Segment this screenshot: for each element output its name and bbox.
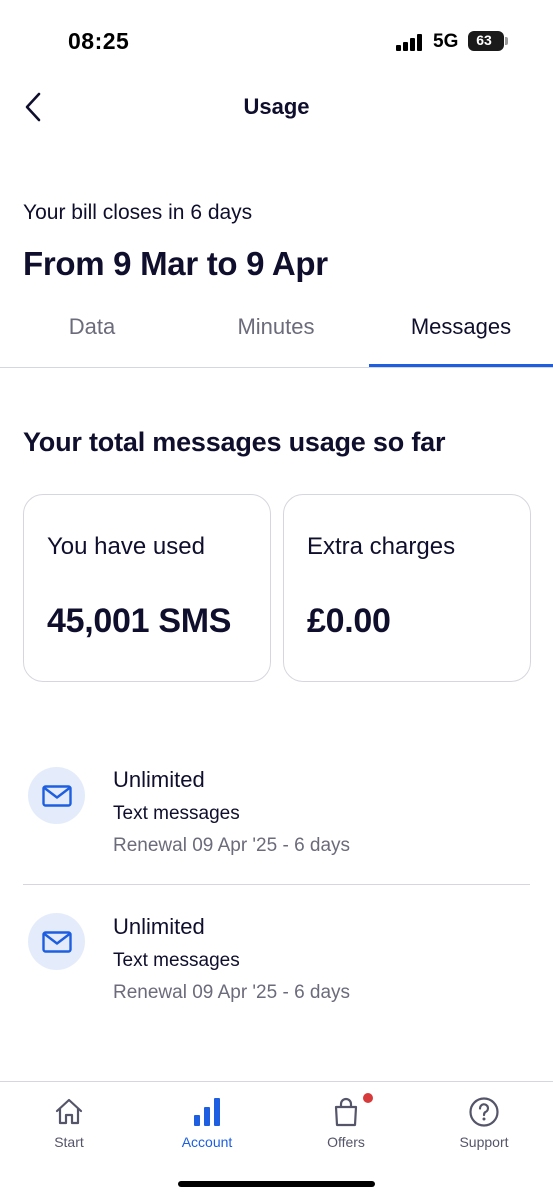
allowance-renewal: Renewal 09 Apr '25 - 6 days <box>113 982 351 1003</box>
allowance-icon-circle <box>28 913 85 970</box>
nav-offers[interactable]: Offers <box>277 1082 415 1162</box>
allowance-type: Text messages <box>113 803 240 824</box>
used-value: 45,001 SMS <box>47 602 232 640</box>
envelope-icon <box>41 784 72 807</box>
section-title: Your total messages usage so far <box>23 427 446 457</box>
charges-value: £0.00 <box>307 602 391 640</box>
bar-chart-icon <box>194 1098 220 1126</box>
nav-account-label: Account <box>181 1134 233 1150</box>
offers-notification-badge <box>363 1093 373 1103</box>
allowance-title: Unlimited <box>113 767 205 792</box>
active-tab-indicator <box>369 364 553 367</box>
used-label: You have used <box>47 533 205 560</box>
home-icon <box>55 1098 83 1125</box>
divider <box>23 884 530 885</box>
tab-messages[interactable]: Messages <box>369 300 553 368</box>
allowance-type: Text messages <box>113 950 240 971</box>
nav-start-label: Start <box>54 1134 84 1150</box>
tab-minutes[interactable]: Minutes <box>184 300 368 368</box>
envelope-icon <box>41 930 72 953</box>
bill-period: From 9 Mar to 9 Apr <box>23 245 328 282</box>
usage-tabs: Data Minutes Messages <box>0 300 553 368</box>
allowance-title: Unlimited <box>113 914 205 939</box>
allowance-icon-circle <box>28 767 85 824</box>
nav-offers-label: Offers <box>327 1134 365 1150</box>
question-circle-icon <box>469 1097 499 1127</box>
nav-support[interactable]: Support <box>415 1082 553 1162</box>
extra-charges-card: Extra charges £0.00 <box>283 494 531 682</box>
nav-start[interactable]: Start <box>0 1082 138 1162</box>
bill-closes-text: Your bill closes in 6 days <box>23 201 253 224</box>
charges-label: Extra charges <box>307 533 456 560</box>
nav-support-label: Support <box>459 1134 509 1150</box>
allowance-renewal: Renewal 09 Apr '25 - 6 days <box>113 835 351 856</box>
shopping-bag-icon <box>334 1097 358 1127</box>
home-indicator <box>178 1181 375 1187</box>
nav-account[interactable]: Account <box>138 1082 276 1162</box>
tab-data[interactable]: Data <box>0 300 184 368</box>
used-card: You have used 45,001 SMS <box>23 494 271 682</box>
allowance-item: Unlimited Text messages Renewal 09 Apr '… <box>0 0 553 1003</box>
